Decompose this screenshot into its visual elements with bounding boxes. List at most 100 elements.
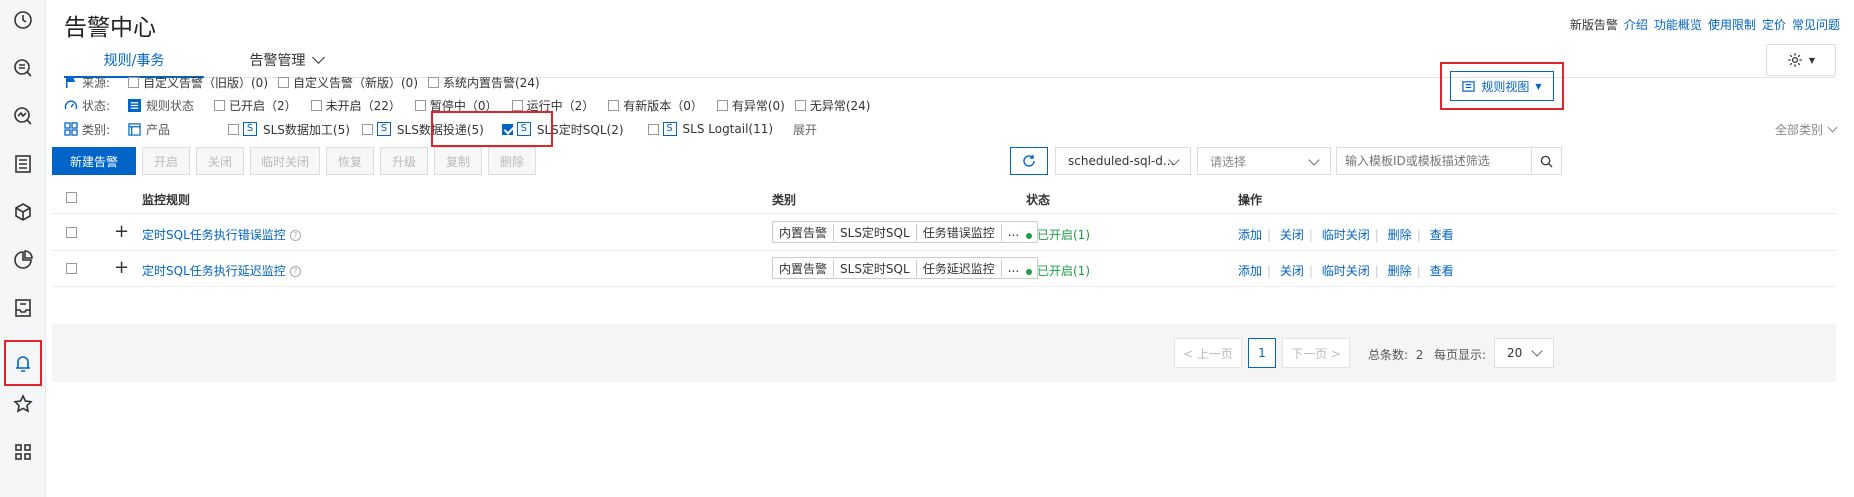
action-temp-disable[interactable]: 临时关闭 [1322, 264, 1370, 278]
new-alert-button[interactable]: 新建告警 [52, 147, 136, 175]
status-badge: 已开启(1) [1026, 262, 1090, 279]
table-row: + 定时SQL任务执行错误监控? 内置告警 SLS定时SQL 任务错误监控 ..… [52, 215, 1836, 251]
column-header-category: 类别 [772, 193, 797, 207]
inbox-icon[interactable] [7, 292, 39, 324]
state-option-enabled[interactable]: 已开启（2） [214, 97, 297, 114]
state-option-disabled[interactable]: 未开启（22） [310, 97, 401, 114]
star-icon[interactable] [7, 388, 39, 420]
table-row: + 定时SQL任务执行延迟监控? 内置告警 SLS定时SQL 任务延迟监控 ..… [52, 251, 1836, 287]
prev-page-button[interactable]: < 上一页 [1174, 338, 1242, 368]
expand-row-plus-icon[interactable]: + [114, 223, 129, 241]
product-icon [128, 122, 141, 136]
upgrade-button[interactable]: 升级 [380, 147, 428, 175]
row-actions: 添加 | 关闭 | 临时关闭 | 删除 | 查看 [1238, 228, 1454, 242]
second-filter-select[interactable]: 请选择 [1197, 147, 1331, 175]
cube-icon[interactable] [7, 196, 39, 228]
grid-icon [64, 122, 78, 136]
left-sidebar [0, 0, 46, 497]
source-option-builtin[interactable]: 系统内置告警(24) [428, 74, 540, 91]
pie-chart-icon[interactable] [7, 244, 39, 276]
status-badge: 已开启(1) [1026, 226, 1090, 243]
column-header-actions: 操作 [1238, 193, 1263, 207]
source-option-custom-old[interactable]: 自定义告警（旧版）(0) [128, 74, 268, 91]
page-number-button[interactable]: 1 [1248, 338, 1276, 368]
expand-link[interactable]: 展开 [793, 121, 817, 138]
search-button[interactable] [1531, 148, 1561, 174]
action-view[interactable]: 查看 [1430, 264, 1454, 278]
settings-button[interactable]: ▼ [1766, 44, 1836, 76]
action-disable[interactable]: 关闭 [1280, 264, 1304, 278]
pagination-bar: < 上一页 1 下一页 > 总条数: 2 每页显示: 20 [52, 324, 1836, 382]
category-tags: 内置告警 SLS定时SQL 任务错误监控 ... [772, 221, 1038, 243]
clock-icon[interactable] [7, 4, 39, 36]
action-add[interactable]: 添加 [1238, 264, 1262, 278]
caret-down-icon: ▼ [1535, 81, 1542, 91]
action-delete[interactable]: 删除 [1388, 264, 1412, 278]
select-all-checkbox[interactable] [66, 192, 77, 203]
refresh-button[interactable] [1010, 147, 1048, 175]
chevron-down-icon [1827, 122, 1838, 133]
link-features[interactable]: 功能概览 [1654, 16, 1702, 33]
action-view[interactable]: 查看 [1430, 228, 1454, 242]
state-option-abnormal[interactable]: 有异常(0) [716, 97, 785, 114]
search-box [1336, 147, 1562, 175]
chevron-down-icon [1308, 154, 1320, 166]
link-new-alert[interactable]: 新版告警 [1570, 16, 1618, 33]
help-icon[interactable]: ? [289, 266, 301, 277]
action-disable[interactable]: 关闭 [1280, 228, 1304, 242]
list-icon [128, 98, 141, 112]
product-group: 产品 [128, 121, 228, 138]
search-input[interactable] [1337, 148, 1531, 174]
state-option-new-version[interactable]: 有新版本（0） [608, 97, 703, 114]
next-page-button[interactable]: 下一页 > [1282, 338, 1350, 368]
main-content: 告警中心 新版告警 介绍 功能概览 使用限制 定价 常见问题 规则/事务 告警管… [46, 0, 1854, 497]
chevron-down-icon [1531, 345, 1543, 357]
action-delete[interactable]: 删除 [1388, 228, 1412, 242]
search-chart-icon[interactable] [7, 100, 39, 132]
link-pricing[interactable]: 定价 [1762, 16, 1786, 33]
caret-down-icon: ▼ [1808, 55, 1816, 65]
expand-row-plus-icon[interactable]: + [114, 259, 129, 277]
delete-button[interactable]: 删除 [488, 147, 536, 175]
state-option-normal[interactable]: 无异常(24) [794, 97, 870, 114]
row-checkbox[interactable] [66, 227, 77, 238]
scheduled-sql-filter-select[interactable]: scheduled-sql-d... [1055, 147, 1191, 175]
list-view-icon [1462, 80, 1476, 92]
page-size-select[interactable]: 20 [1494, 338, 1554, 368]
link-limits[interactable]: 使用限制 [1708, 16, 1756, 33]
category-option-sls-logtail[interactable]: S SLS Logtail(11) [647, 122, 773, 136]
search-list-icon[interactable] [7, 52, 39, 84]
copy-button[interactable]: 复制 [434, 147, 482, 175]
help-icon[interactable]: ? [289, 230, 301, 241]
column-header-rule: 监控规则 [142, 193, 191, 207]
chevron-down-icon [311, 51, 325, 64]
table-header: 监控规则 类别 状态 操作 [52, 182, 1836, 214]
top-links: 新版告警 介绍 功能概览 使用限制 定价 常见问题 [1570, 16, 1840, 33]
category-option-sls-etl[interactable]: S SLS数据加工(5) [228, 121, 350, 138]
disable-button[interactable]: 关闭 [196, 147, 244, 175]
row-actions: 添加 | 关闭 | 临时关闭 | 删除 | 查看 [1238, 264, 1454, 278]
apps-grid-icon[interactable] [7, 436, 39, 468]
rule-name-link[interactable]: 定时SQL任务执行延迟监控 [142, 264, 286, 278]
rule-name-link[interactable]: 定时SQL任务执行错误监控 [142, 228, 286, 242]
rule-view-button[interactable]: 规则视图 ▼ [1450, 71, 1554, 101]
all-categories-dropdown[interactable]: 全部类别 [1775, 121, 1838, 138]
action-temp-disable[interactable]: 临时关闭 [1322, 228, 1370, 242]
rule-status-group: 规则状态 [128, 97, 214, 114]
gear-icon [1788, 53, 1802, 67]
column-header-status: 状态 [1026, 193, 1051, 207]
link-intro[interactable]: 介绍 [1624, 16, 1648, 33]
document-list-icon[interactable] [7, 148, 39, 180]
temp-disable-button[interactable]: 临时关闭 [250, 147, 320, 175]
gauge-icon [64, 100, 78, 110]
row-checkbox[interactable] [66, 263, 77, 274]
restore-button[interactable]: 恢复 [326, 147, 374, 175]
source-option-custom-new[interactable]: 自定义告警（新版）(0) [278, 74, 418, 91]
category-tags: 内置告警 SLS定时SQL 任务延迟监控 ... [772, 257, 1038, 279]
link-faq[interactable]: 常见问题 [1792, 16, 1840, 33]
search-icon [1540, 155, 1553, 168]
refresh-icon [1023, 155, 1035, 167]
enable-button[interactable]: 开启 [142, 147, 190, 175]
action-add[interactable]: 添加 [1238, 228, 1262, 242]
bell-icon[interactable] [4, 340, 42, 386]
